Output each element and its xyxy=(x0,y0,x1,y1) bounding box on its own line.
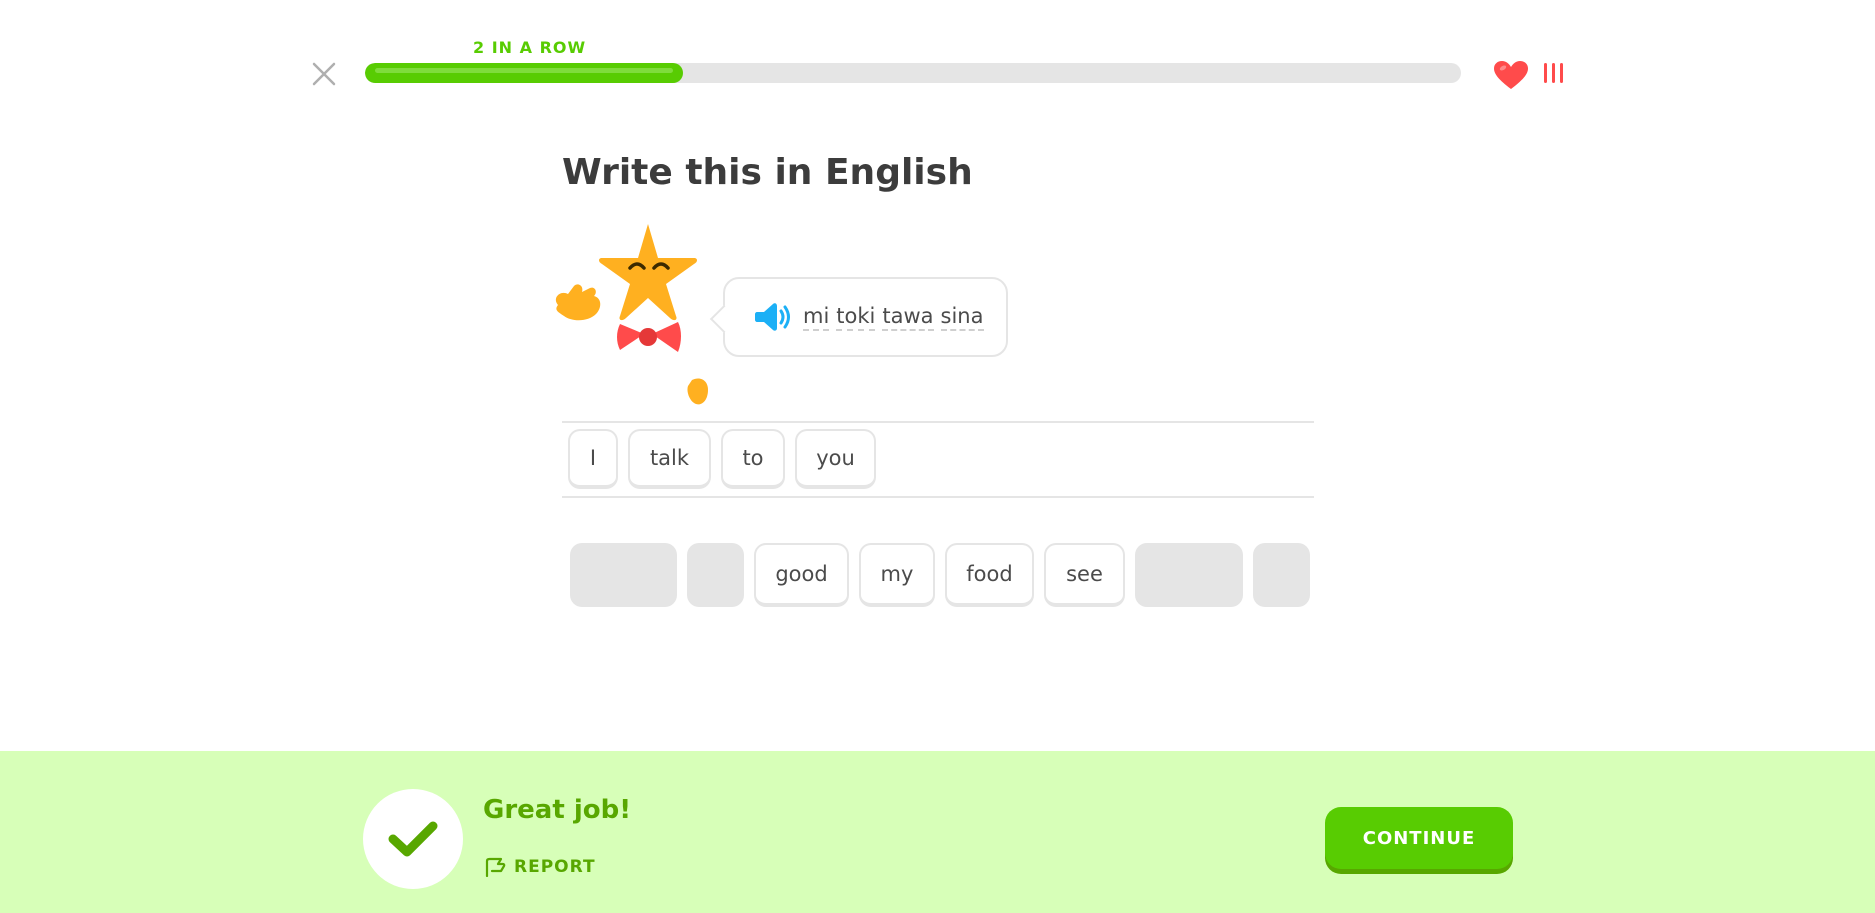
success-badge xyxy=(363,789,463,889)
word-bank-empty-slot xyxy=(570,543,677,607)
word-bank-chip-my[interactable]: my xyxy=(859,543,935,607)
close-icon xyxy=(312,62,336,86)
word-bank: good my food see xyxy=(570,543,1310,607)
continue-button[interactable]: CONTINUE xyxy=(1325,807,1513,869)
answer-divider-bottom xyxy=(562,496,1314,498)
progress-bar xyxy=(365,63,1461,83)
report-button[interactable]: REPORT xyxy=(484,857,596,877)
prompt-word[interactable]: sina xyxy=(940,304,984,331)
word-bank-chip-see[interactable]: see xyxy=(1044,543,1125,607)
report-label: REPORT xyxy=(514,857,596,877)
answer-divider-top xyxy=(562,421,1314,423)
word-bank-empty-slot xyxy=(1135,543,1243,607)
word-bank-chip-good[interactable]: good xyxy=(754,543,849,607)
result-footer xyxy=(0,751,1875,913)
heart-icon xyxy=(1494,61,1528,89)
word-bank-empty-slot xyxy=(687,543,744,607)
answer-chip-talk[interactable]: talk xyxy=(628,429,711,489)
prompt-sentence: mi toki tawa sina xyxy=(803,304,984,331)
answer-chip-you[interactable]: you xyxy=(795,429,876,489)
answer-chip-to[interactable]: to xyxy=(721,429,785,489)
word-bank-empty-slot xyxy=(1253,543,1310,607)
answer-chip-i[interactable]: I xyxy=(568,429,618,489)
prompt-speech-bubble: mi toki tawa sina xyxy=(723,277,1008,357)
challenge-title: Write this in English xyxy=(562,152,973,193)
checkmark-icon xyxy=(388,821,438,857)
speaker-icon[interactable] xyxy=(755,301,791,333)
star-character-illustration xyxy=(555,224,708,405)
flag-icon xyxy=(485,857,506,877)
hearts-count xyxy=(1544,63,1564,85)
prompt-word[interactable]: mi xyxy=(803,304,830,331)
progress-fill xyxy=(365,63,683,83)
streak-label: 2 IN A ROW xyxy=(473,38,587,57)
answer-area: I talk to you xyxy=(568,429,876,489)
prompt-word[interactable]: toki xyxy=(836,304,876,331)
result-message: Great job! xyxy=(483,795,632,825)
word-bank-chip-food[interactable]: food xyxy=(945,543,1034,607)
prompt-word[interactable]: tawa xyxy=(882,304,934,331)
lesson-page: 2 IN A ROW Write this in English mi toki… xyxy=(0,0,1875,913)
close-button[interactable] xyxy=(308,58,340,90)
